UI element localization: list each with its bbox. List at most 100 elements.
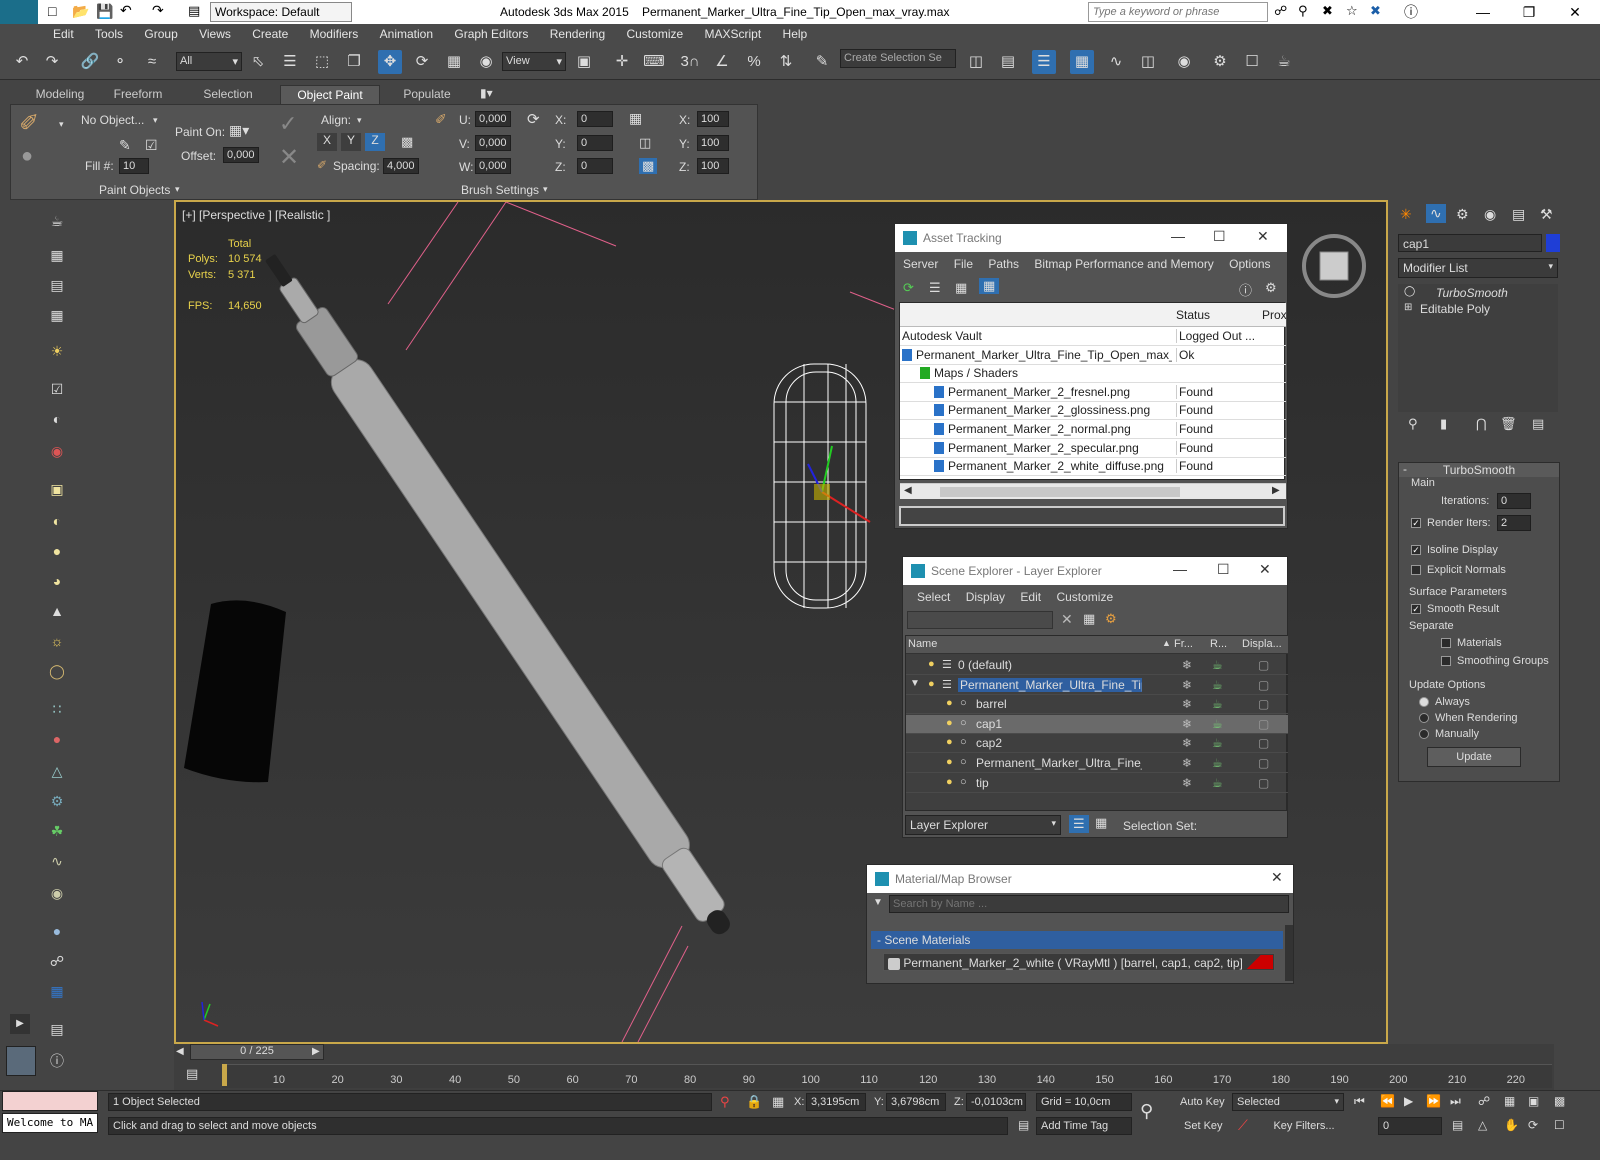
sun-icon[interactable]: ☼	[46, 630, 68, 652]
half-sphere-icon[interactable]: ◐	[46, 408, 68, 430]
maximize-icon[interactable]: ❐	[1506, 0, 1552, 24]
scale-z-spinner[interactable]: 100	[697, 158, 729, 174]
help-circle-icon[interactable]: ⓘ	[46, 1050, 68, 1072]
coord-x-field[interactable]: 3,3195cm	[806, 1093, 866, 1111]
scroll-right-icon[interactable]: ▶	[1272, 485, 1280, 496]
add-layer-icon[interactable]: ▦	[1083, 611, 1095, 627]
add-time-tag[interactable]: Add Time Tag	[1036, 1117, 1132, 1135]
shell-icon[interactable]: ◉	[46, 882, 68, 904]
clear-search-icon[interactable]: ✕	[1061, 611, 1073, 628]
render-iters-spinner[interactable]: 2	[1497, 515, 1531, 531]
object-cluster-icon[interactable]: ●	[21, 145, 33, 168]
remove-modifier-icon[interactable]: 🗑	[1500, 416, 1517, 432]
rotate-brush-icon[interactable]: ⟳	[527, 110, 540, 128]
collapse-triangle-icon[interactable]: ▼	[910, 678, 920, 689]
asset-row[interactable]: Permanent_Marker_2_normal.png Found	[900, 420, 1286, 439]
freeze-snowflake-icon[interactable]: ❄	[1182, 756, 1192, 770]
new-file-icon[interactable]: □	[48, 3, 56, 19]
iterations-spinner[interactable]: 0	[1497, 493, 1531, 509]
scale-icon[interactable]: ▦	[442, 50, 466, 74]
edit-named-selection-icon[interactable]: ✎	[810, 50, 834, 74]
se-menu-edit[interactable]: Edit	[1014, 585, 1047, 609]
fill-spinner[interactable]: 10	[119, 158, 149, 174]
tree-view-icon[interactable]: ▦	[955, 280, 967, 296]
bulb-icon[interactable]: ◯	[1404, 286, 1415, 297]
scale-uniform-icon[interactable]: ◫	[639, 135, 651, 151]
w-spinner[interactable]: 0,000	[475, 158, 511, 174]
coord-y-field[interactable]: 3,6798cm	[886, 1093, 946, 1111]
video-camera-icon[interactable]: ◉	[46, 440, 68, 462]
notes-icon[interactable]: ▤	[46, 1018, 68, 1040]
utilities-tab-icon[interactable]: ⚒	[1540, 206, 1553, 223]
at-settings-icon[interactable]: ⚙	[1265, 280, 1277, 296]
material-browser-titlebar[interactable]: Material/Map Browser ✕	[867, 865, 1293, 893]
render-setup-icon[interactable]: ⚙	[1208, 50, 1232, 74]
asset-path-field[interactable]	[899, 506, 1285, 526]
bind-space-warp-icon[interactable]: ≈	[140, 50, 164, 74]
grass-icon[interactable]: ☘	[46, 820, 68, 842]
camera-icon[interactable]: ☑	[46, 378, 68, 400]
goto-start-icon[interactable]: ⏮	[1354, 1094, 1365, 1109]
pyramid-icon[interactable]: △	[46, 760, 68, 782]
blue-sphere-icon[interactable]: ●	[46, 920, 68, 942]
torus-icon[interactable]: ◯	[46, 660, 68, 682]
asset-tracking-titlebar[interactable]: Asset Tracking — ☐ ✕	[895, 224, 1287, 252]
box-icon[interactable]: ▣	[46, 478, 68, 500]
key-mode-dropdown[interactable]: Selected ▾	[1232, 1093, 1344, 1111]
asset-scrollbar[interactable]: ◀ ▶	[900, 483, 1286, 499]
align-y-button[interactable]: Y	[341, 133, 361, 151]
display-box-icon[interactable]: ▢	[1258, 717, 1269, 731]
no-object-label[interactable]: No Object...	[81, 113, 144, 127]
mini-listener-button[interactable]	[6, 1046, 36, 1076]
track-bar-icon[interactable]: ▤	[186, 1066, 198, 1082]
make-unique-icon[interactable]: ⋂	[1476, 416, 1487, 432]
object-color-swatch[interactable]	[1546, 234, 1560, 252]
time-config-icon[interactable]: ▤	[1452, 1118, 1463, 1132]
render-frame-icon[interactable]: ▦	[46, 980, 68, 1002]
manipulate-icon[interactable]: ✛	[610, 50, 634, 74]
create-tab-icon[interactable]: ✳	[1400, 206, 1412, 223]
zoom-extents-all-icon[interactable]: ▩	[1554, 1094, 1565, 1108]
align-dropdown-icon[interactable]: ▾	[357, 115, 362, 126]
freeze-snowflake-icon[interactable]: ❄	[1182, 658, 1192, 672]
maxscript-output[interactable]: Welcome to MA	[2, 1113, 98, 1133]
play-icon[interactable]: ▶	[1404, 1094, 1413, 1108]
redo-icon[interactable]: ↷	[40, 50, 64, 74]
modifier-list-dropdown[interactable]: Modifier List ▾	[1398, 258, 1558, 278]
menu-create[interactable]: Create	[243, 24, 297, 41]
se-menu-display[interactable]: Display	[960, 585, 1011, 609]
align-z-button[interactable]: Z	[365, 133, 385, 151]
menu-modifiers[interactable]: Modifiers	[301, 24, 368, 41]
x-rot-spinner[interactable]: 0	[577, 111, 613, 127]
maximize-icon[interactable]: ☐	[1217, 561, 1230, 578]
hair-icon[interactable]: ∿	[46, 850, 68, 872]
close-x-icon[interactable]: ✖	[1370, 3, 1381, 19]
configure-sets-icon[interactable]: ▤	[1532, 416, 1544, 432]
menu-graph-editors[interactable]: Graph Editors	[445, 24, 537, 41]
prev-frame-icon[interactable]: ⏪	[1380, 1094, 1395, 1108]
layer-row[interactable]: ● ○ cap1 ❄ ☕ ▢	[906, 714, 1288, 734]
menu-animation[interactable]: Animation	[371, 24, 442, 41]
column-status[interactable]: Status	[1176, 308, 1210, 322]
set-key-icon[interactable]: ⚲	[1140, 1101, 1153, 1122]
visibility-bulb-icon[interactable]: ●	[946, 717, 953, 729]
tools-icon[interactable]: ✖	[1322, 3, 1333, 19]
scale-x-spinner[interactable]: 100	[697, 111, 729, 127]
auto-key-button[interactable]: Auto Key	[1180, 1093, 1228, 1113]
geosphere-icon[interactable]: ◕	[46, 570, 68, 592]
check-icon[interactable]: ✓	[279, 111, 297, 137]
scene-materials-group[interactable]: - Scene Materials	[871, 931, 1283, 949]
layer-row[interactable]: ● ○ cap2 ❄ ☕ ▢	[906, 734, 1288, 754]
rotate-icon[interactable]: ⟳	[410, 50, 434, 74]
ref-coord-dropdown[interactable]: View ▾	[502, 52, 566, 71]
align-x-button[interactable]: X	[317, 133, 337, 151]
teapot-icon[interactable]: ☕	[46, 210, 68, 232]
display-box-icon[interactable]: ▢	[1258, 756, 1269, 770]
save-icon[interactable]: 💾	[96, 3, 113, 20]
select-by-name-icon[interactable]: ☰	[278, 50, 302, 74]
coord-z-field[interactable]: -0,0103cm	[966, 1093, 1026, 1111]
track-bar[interactable]	[222, 1064, 1552, 1088]
tab-selection[interactable]: Selection	[190, 85, 266, 104]
curve-editor-icon[interactable]: ∿	[1104, 50, 1128, 74]
render-frame-icon[interactable]: ☐	[1240, 50, 1264, 74]
